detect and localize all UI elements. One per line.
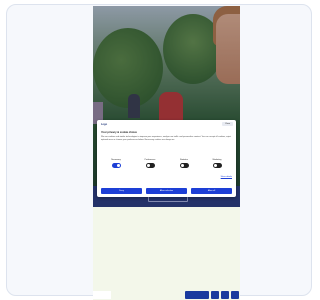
toggle-necessary: Necessary — [101, 159, 131, 168]
consent-brand: Logo — [101, 123, 108, 126]
toggle-preferences: Preferences — [135, 159, 165, 168]
close-button[interactable]: Close — [222, 122, 233, 126]
consent-toggles: Necessary Preferences Statistics Marketi… — [101, 159, 232, 173]
toggle-switch[interactable] — [145, 163, 155, 168]
toggle-marketing: Marketing — [202, 159, 232, 168]
toggle-label: Statistics — [179, 159, 188, 161]
toggle-switch[interactable] — [111, 163, 121, 168]
footer-button-small[interactable] — [231, 291, 239, 299]
toggle-switch[interactable] — [212, 163, 222, 168]
toggle-label: Marketing — [212, 159, 222, 161]
deny-button[interactable]: Deny — [101, 188, 142, 194]
allow-selection-button[interactable]: Allow selection — [146, 188, 187, 194]
cookie-consent-dialog: Logo Close Your privacy & cookie choice … — [97, 120, 236, 197]
allow-all-button[interactable]: Allow all — [191, 188, 232, 194]
page-preview: Logo Close Your privacy & cookie choice … — [93, 6, 240, 300]
footer-button-small[interactable] — [221, 291, 229, 299]
toggle-label: Preferences — [144, 159, 156, 161]
consent-actions: Deny Allow selection Allow all — [101, 188, 232, 194]
toggle-statistics: Statistics — [169, 159, 199, 168]
show-details-link[interactable]: Show details — [221, 176, 232, 178]
footer-button-small[interactable] — [211, 291, 219, 299]
consent-body-text: We use cookies and similar technologies … — [101, 136, 231, 141]
consent-title: Your privacy & cookie choice — [101, 131, 137, 134]
toggle-switch[interactable] — [179, 163, 189, 168]
footer-spacer — [93, 291, 111, 299]
toggle-label: Necessary — [111, 159, 121, 161]
footer-button-primary[interactable] — [185, 291, 209, 299]
